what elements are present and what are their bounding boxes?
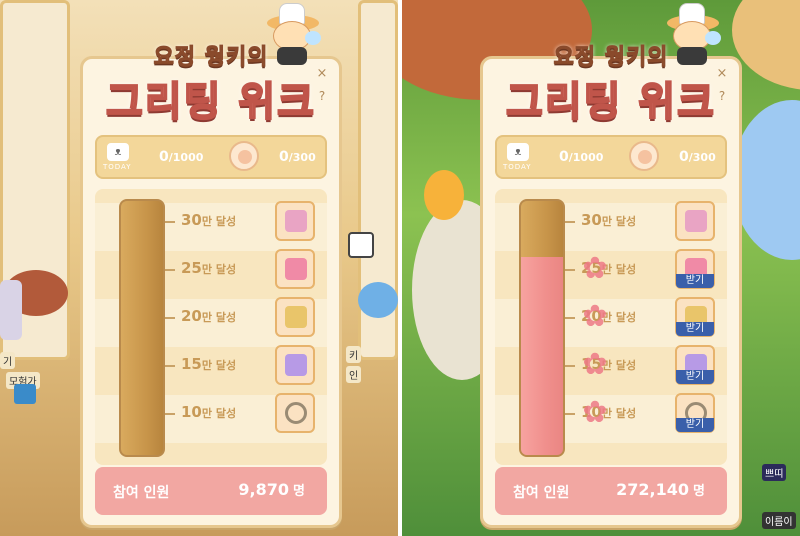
milestone-label: 15만 달성: [181, 355, 237, 373]
lamp-decoration: [424, 170, 464, 220]
milestone-row: 10만 달성: [165, 389, 345, 437]
today-label: TODAY: [503, 163, 532, 171]
milestone-row: 15만 달성: [165, 341, 345, 389]
milestone-tick: [165, 269, 175, 271]
milestone-tick: [565, 365, 575, 367]
avatar-count: 0/300: [679, 149, 716, 165]
cat-face-icon: ᴥ: [507, 143, 529, 161]
milestone-label: 10만 달성: [181, 403, 237, 421]
progress-tube: [519, 199, 565, 457]
greeting-week-panel: 요정 웡키의 그리팅 위크 × ? ᴥ TODAY 0/1000 0/300 3…: [80, 3, 342, 528]
milestone-tick: [165, 413, 175, 415]
milestone-row: 25만 달성: [165, 245, 345, 293]
reward-slot[interactable]: 받기: [675, 345, 715, 385]
milestone-label: 30만 달성: [181, 211, 237, 229]
weapon-box-icon: [685, 210, 707, 232]
cat-face-icon: ᴥ: [107, 143, 129, 161]
reward-slot[interactable]: [275, 201, 315, 241]
close-button[interactable]: ×: [715, 67, 729, 81]
right-screenshot: 쁘띠 이름이 요정 웡키의 그리팅 위크 × ? ᴥ TODAY 0/1000 …: [402, 0, 800, 536]
claim-button[interactable]: 받기: [676, 274, 714, 288]
claim-button[interactable]: 받기: [676, 322, 714, 336]
participants-label: 참여 인원: [513, 485, 570, 501]
today-bar: ᴥ TODAY 0/1000 0/300: [95, 135, 327, 179]
milestone-label: 25만 달성: [181, 259, 237, 277]
reward-slot[interactable]: [275, 249, 315, 289]
name-tag: 기: [0, 352, 16, 369]
milestone-tick: [165, 317, 175, 319]
reward-slot[interactable]: [275, 297, 315, 337]
achieved-stamp-icon: ✿: [582, 347, 608, 382]
today-count: 0/1000: [559, 149, 604, 165]
milestone-label: 20만 달성: [181, 307, 237, 325]
greeting-week-panel: 요정 웡키의 그리팅 위크 × ? ᴥ TODAY 0/1000 0/300 3…: [480, 3, 742, 528]
milestone-tick: [565, 221, 575, 223]
milestone-tick: [565, 413, 575, 415]
chair-icon: [285, 306, 307, 328]
magnifier-icon[interactable]: [348, 232, 374, 258]
help-button[interactable]: ?: [315, 89, 329, 103]
milestone-row: 30만 달성: [165, 197, 345, 245]
name-tag: 인: [346, 366, 362, 383]
milestone-row: 25만 달성 ✿ 받기: [565, 245, 745, 293]
achieved-stamp-icon: ✿: [582, 395, 608, 430]
mushroom-cap: [732, 0, 800, 90]
today-count: 0/1000: [159, 149, 204, 165]
reward-slot[interactable]: 받기: [675, 249, 715, 289]
milestone-tick: [165, 221, 175, 223]
reward-slot[interactable]: [275, 345, 315, 385]
milestone-row: 20만 달성: [165, 293, 345, 341]
event-subtitle: 요정 웡키의: [153, 45, 269, 71]
milestone-row: 10만 달성 ✿ 받기: [565, 389, 745, 437]
left-screenshot: 기 모험가 키 인 요정 웡키의 그리팅 위크 × ? ᴥ TODAY 0/10…: [0, 0, 398, 536]
name-tag: 키: [346, 346, 362, 363]
ring-icon: [285, 402, 307, 424]
participants-footer: 참여 인원 272,140 명: [495, 467, 727, 515]
avatar-icon: [229, 141, 259, 171]
today-label: TODAY: [103, 163, 132, 171]
participants-footer: 참여 인원 9,870 명: [95, 467, 327, 515]
milestone-row: 15만 달성 ✿ 받기: [565, 341, 745, 389]
milestone-tick: [165, 365, 175, 367]
achieved-stamp-icon: ✿: [582, 251, 608, 286]
avatar-count: 0/300: [279, 149, 316, 165]
avatar-icon: [629, 141, 659, 171]
event-title: 그리팅 위크: [505, 78, 716, 126]
progress-area: 30만 달성 25만 달성 ✿ 받기 20만 달성 ✿ 받기 15만 달성 ✿ 받기 10만 달성 ✿…: [495, 189, 727, 465]
today-bar: ᴥ TODAY 0/1000 0/300: [495, 135, 727, 179]
book-icon[interactable]: [14, 384, 36, 404]
help-button[interactable]: ?: [715, 89, 729, 103]
milestone-row: 30만 달성: [565, 197, 745, 245]
claim-button[interactable]: 받기: [676, 418, 714, 432]
gift-box-icon: [285, 354, 307, 376]
event-subtitle: 요정 웡키의: [553, 45, 669, 71]
name-tag: 이름이: [762, 512, 796, 529]
reward-slot[interactable]: [675, 201, 715, 241]
achieved-stamp-icon: ✿: [582, 299, 608, 334]
player-character: [0, 280, 22, 340]
progress-tube: [119, 199, 165, 457]
participants-label: 참여 인원: [113, 485, 170, 501]
milestone-tick: [565, 317, 575, 319]
close-button[interactable]: ×: [315, 67, 329, 81]
reward-slot[interactable]: 받기: [675, 297, 715, 337]
coupon-icon: [285, 258, 307, 280]
reward-slot[interactable]: 받기: [675, 393, 715, 433]
participants-value: 272,140 명: [616, 480, 705, 499]
participants-value: 9,870 명: [238, 480, 305, 499]
progress-area: 30만 달성 25만 달성 20만 달성 15만 달성 10만 달성: [95, 189, 327, 465]
progress-fill: [521, 256, 563, 455]
plant-decoration: [358, 282, 398, 318]
milestone-label: 30만 달성: [581, 211, 637, 229]
milestone-row: 20만 달성 ✿ 받기: [565, 293, 745, 341]
event-title: 그리팅 위크: [105, 78, 316, 126]
claim-button[interactable]: 받기: [676, 370, 714, 384]
name-tag: 쁘띠: [762, 464, 787, 481]
reward-slot[interactable]: [275, 393, 315, 433]
weapon-box-icon: [285, 210, 307, 232]
milestone-tick: [565, 269, 575, 271]
